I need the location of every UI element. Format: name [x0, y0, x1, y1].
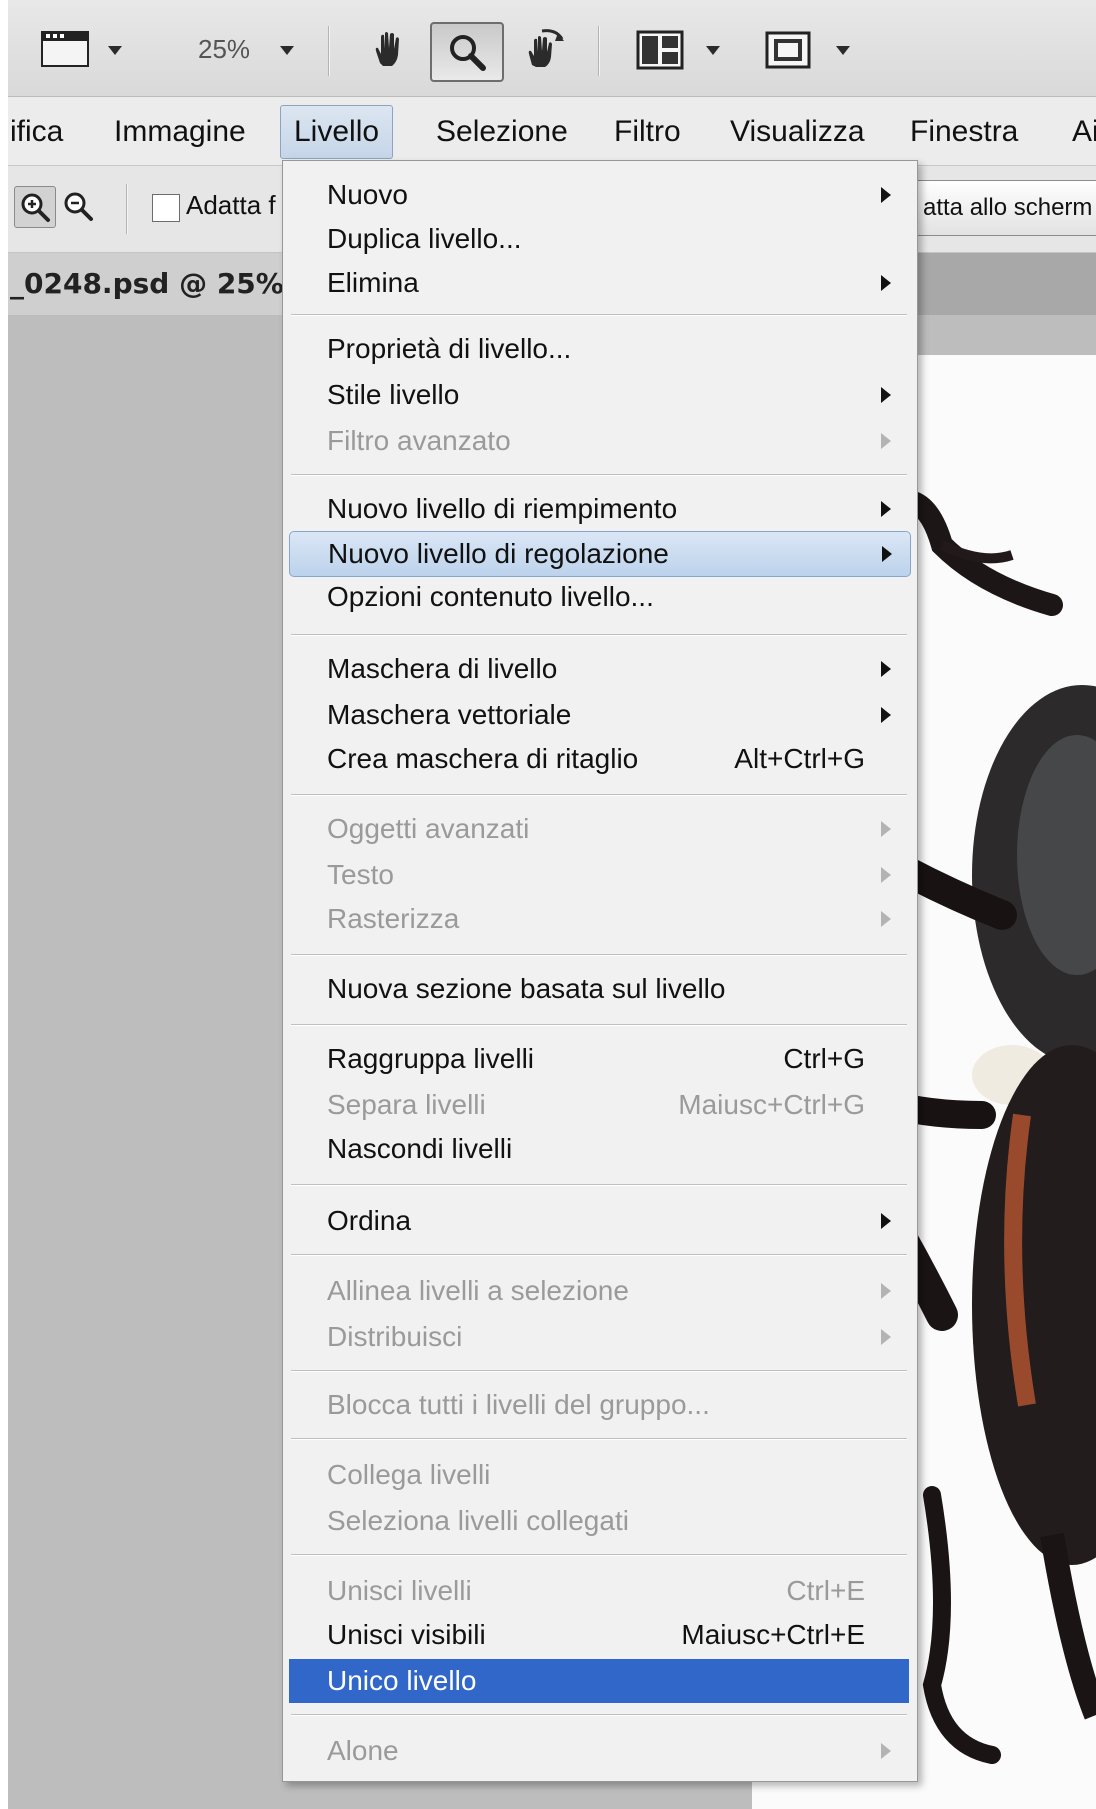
menu-item-elimina[interactable]: Elimina [289, 261, 909, 305]
submenu-arrow-icon [882, 546, 892, 562]
chevron-down-icon [706, 46, 720, 55]
menu-filtro[interactable]: Filtro [600, 109, 695, 155]
magnifier-icon [450, 35, 486, 71]
menu-separator [291, 1554, 907, 1556]
zoom-out-button[interactable] [58, 186, 98, 226]
submenu-arrow-icon [881, 1213, 891, 1229]
submenu-arrow-icon [881, 187, 891, 203]
application-bar: 25% [8, 0, 1096, 97]
menu-item-nuovo-livello-di-riempimento[interactable]: Nuovo livello di riempimento [289, 487, 909, 531]
menu-item-proprieta-di-livello[interactable]: Proprietà di livello... [289, 327, 909, 371]
menu-separator [291, 1714, 907, 1716]
menu-finestra[interactable]: Finestra [896, 109, 1032, 155]
adatta-finestre-label: Adatta f [186, 190, 276, 220]
submenu-arrow-icon [881, 501, 891, 517]
chevron-down-icon [108, 46, 122, 55]
submenu-arrow-icon [881, 1283, 891, 1299]
layer-menu-dropdown: Nuovo Duplica livello... Elimina Proprie… [282, 160, 918, 1782]
menu-aiuto[interactable]: Ai [1058, 109, 1096, 155]
submenu-arrow-icon [881, 433, 891, 449]
menu-item-blocca-tutti-i-livelli[interactable]: Blocca tutti i livelli del gruppo... [289, 1383, 909, 1427]
menu-livello[interactable]: Livello [280, 105, 394, 159]
submenu-arrow-icon [881, 821, 891, 837]
menu-separator [291, 474, 907, 476]
layout-grid-icon [636, 30, 684, 70]
menu-item-unisci-livelli[interactable]: Unisci livelli Ctrl+E [289, 1569, 909, 1613]
menu-item-allinea-livelli-a-selezione[interactable]: Allinea livelli a selezione [289, 1269, 909, 1313]
menu-item-rasterizza[interactable]: Rasterizza [289, 897, 909, 941]
menu-item-crea-maschera-di-ritaglio[interactable]: Crea maschera di ritaglio Alt+Ctrl+G [289, 737, 909, 781]
fullscreen-icon [765, 31, 811, 69]
submenu-arrow-icon [881, 1743, 891, 1759]
menu-separator [291, 1370, 907, 1372]
menu-item-filtro-avanzato[interactable]: Filtro avanzato [289, 419, 909, 463]
photoshop-window: 25% ifica Immagine Livello Selezione Fil… [0, 0, 1096, 1809]
hand-icon [375, 32, 399, 66]
submenu-arrow-icon [881, 1329, 891, 1345]
menu-item-alone[interactable]: Alone [289, 1729, 909, 1773]
zoom-in-icon [21, 193, 50, 222]
submenu-arrow-icon [881, 707, 891, 723]
menu-item-raggruppa-livelli[interactable]: Raggruppa livelli Ctrl+G [289, 1037, 909, 1081]
menu-item-collega-livelli[interactable]: Collega livelli [289, 1453, 909, 1497]
menu-item-nuovo[interactable]: Nuovo [289, 173, 909, 217]
screen-mode-button[interactable] [36, 24, 132, 74]
menu-item-opzioni-contenuto-livello[interactable]: Opzioni contenuto livello... [289, 575, 909, 619]
options-divider [126, 184, 127, 234]
window-layout-icon [41, 31, 89, 67]
toolbar-divider [598, 26, 599, 76]
toolbar-divider [328, 26, 329, 76]
zoom-dropdown-chevron-icon[interactable] [280, 46, 294, 55]
menu-visualizza[interactable]: Visualizza [716, 109, 879, 155]
hand-tool-button[interactable] [362, 24, 416, 76]
submenu-arrow-icon [881, 911, 891, 927]
menu-separator [291, 634, 907, 636]
menu-item-stile-livello[interactable]: Stile livello [289, 373, 909, 417]
fit-screen-button[interactable]: atta allo scherm [914, 180, 1096, 236]
menu-bar: ifica Immagine Livello Selezione Filtro … [8, 97, 1096, 166]
menu-separator [291, 1024, 907, 1026]
menu-separator [291, 954, 907, 956]
menu-separator [291, 1184, 907, 1186]
menu-item-maschera-di-livello[interactable]: Maschera di livello [289, 647, 909, 691]
zoom-level[interactable]: 25% [198, 34, 250, 65]
menu-separator [291, 794, 907, 796]
zoom-in-button[interactable] [14, 186, 56, 228]
menu-item-unisci-visibili[interactable]: Unisci visibili Maiusc+Ctrl+E [289, 1613, 909, 1657]
submenu-arrow-icon [881, 275, 891, 291]
menu-separator [291, 314, 907, 316]
menu-immagine[interactable]: Immagine [100, 109, 260, 155]
menu-item-maschera-vettoriale[interactable]: Maschera vettoriale [289, 693, 909, 737]
menu-selezione[interactable]: Selezione [422, 109, 582, 155]
menu-item-unico-livello[interactable]: Unico livello [289, 1659, 909, 1703]
arrange-documents-button[interactable] [632, 24, 732, 76]
menu-item-testo[interactable]: Testo [289, 853, 909, 897]
menu-item-nuova-sezione-basata-sul-livello[interactable]: Nuova sezione basata sul livello [289, 967, 909, 1011]
chevron-down-icon [836, 46, 850, 55]
menu-separator [291, 1438, 907, 1440]
zoom-out-icon [64, 192, 93, 221]
rotate-hand-icon [528, 29, 564, 67]
screen-mode-toggle-button[interactable] [760, 24, 860, 76]
menu-item-nascondi-livelli[interactable]: Nascondi livelli [289, 1127, 909, 1171]
menu-item-oggetti-avanzati[interactable]: Oggetti avanzati [289, 807, 909, 851]
menu-item-duplica-livello[interactable]: Duplica livello... [289, 217, 909, 261]
adatta-finestre-checkbox[interactable] [152, 194, 180, 222]
submenu-arrow-icon [881, 867, 891, 883]
menu-modifica[interactable]: ifica [0, 109, 77, 155]
document-tab[interactable]: _0248.psd @ 25% [8, 253, 310, 315]
menu-separator [291, 1254, 907, 1256]
menu-item-separa-livelli[interactable]: Separa livelli Maiusc+Ctrl+G [289, 1083, 909, 1127]
menu-item-distribuisci[interactable]: Distribuisci [289, 1315, 909, 1359]
zoom-tool-button[interactable] [430, 22, 504, 82]
rotate-view-tool-button[interactable] [516, 22, 574, 78]
submenu-arrow-icon [881, 387, 891, 403]
menu-item-ordina[interactable]: Ordina [289, 1199, 909, 1243]
menu-item-nuovo-livello-di-regolazione[interactable]: Nuovo livello di regolazione [289, 531, 911, 577]
submenu-arrow-icon [881, 661, 891, 677]
menu-item-seleziona-livelli-collegati[interactable]: Seleziona livelli collegati [289, 1499, 909, 1543]
